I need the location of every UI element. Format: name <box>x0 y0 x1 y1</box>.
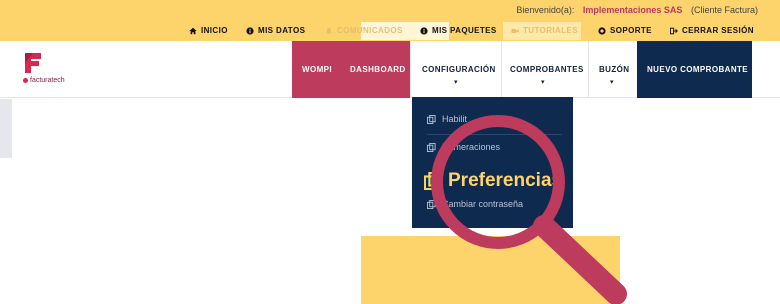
nuevo-comprobante-button[interactable]: NUEVO COMPROBANTE <box>647 65 748 74</box>
logo-text: facturatech <box>23 77 65 84</box>
dropdown-divider <box>427 134 562 135</box>
top-link-mis-paquetes[interactable]: MIS PAQUETES <box>420 26 497 35</box>
bell-icon <box>326 27 332 35</box>
nav-buzon[interactable]: BUZÓN <box>599 65 629 74</box>
logo-dot-icon <box>23 78 28 83</box>
top-link-cerrar-sesion[interactable]: CERRAR SESIÓN <box>670 26 754 35</box>
main-nav: facturatech WOMPI DASHBOARD CONFIGURACIÓ… <box>0 41 780 98</box>
info-icon <box>246 26 254 35</box>
chevron-down-icon: ▾ <box>610 79 614 86</box>
nav-wompi[interactable]: WOMPI <box>302 65 332 74</box>
logout-icon <box>670 27 678 34</box>
welcome-prefix: Bienvenido(a): <box>516 5 575 15</box>
chevron-down-icon: ▾ <box>454 79 458 86</box>
copy-icon <box>427 114 436 124</box>
top-link-inicio[interactable]: INICIO <box>189 26 228 35</box>
top-bar: Bienvenido(a): Implementaciones SAS (Cli… <box>0 0 780 41</box>
home-icon <box>189 27 197 34</box>
company-name[interactable]: Implementaciones SAS <box>583 5 683 15</box>
page: Bienvenido(a): Implementaciones SAS (Cli… <box>0 0 780 304</box>
copy-icon <box>424 172 442 190</box>
welcome-message: Bienvenido(a): Implementaciones SAS (Cli… <box>516 5 758 15</box>
dropdown-item-preferencias[interactable]: Preferencias <box>424 170 562 192</box>
nav-divider <box>588 41 589 98</box>
dropdown-item-cambiar-contrasena[interactable]: Cambiar contraseña <box>427 199 523 209</box>
nav-divider <box>501 41 502 98</box>
nav-divider <box>410 41 411 98</box>
copy-icon <box>427 142 436 152</box>
top-link-tutoriales[interactable]: TUTORIALES <box>511 26 578 35</box>
copy-icon <box>427 199 436 209</box>
configuracion-dropdown: Habilit Numeraciones Cambiar contraseña <box>412 97 573 228</box>
dropdown-item-habilitacion[interactable]: Habilit <box>427 114 467 124</box>
lifebuoy-icon <box>598 26 606 35</box>
user-role: (Cliente Factura) <box>690 5 758 15</box>
video-icon <box>511 28 519 33</box>
top-link-mis-datos[interactable]: MIS DATOS <box>246 26 305 35</box>
top-link-comunicados[interactable]: COMUNICADOS <box>325 26 403 35</box>
logo-mark-icon <box>25 53 41 73</box>
nav-configuracion[interactable]: CONFIGURACIÓN <box>422 65 496 74</box>
info-icon <box>420 26 428 35</box>
highlight-block <box>361 236 620 304</box>
side-panel <box>0 99 12 158</box>
top-nav: INICIO MIS DATOS COMUNICADOS MIS PAQUETE… <box>0 26 780 38</box>
chevron-down-icon: ▾ <box>541 79 545 86</box>
dropdown-item-numeraciones[interactable]: Numeraciones <box>427 142 500 152</box>
nav-comprobantes[interactable]: COMPROBANTES <box>510 65 584 74</box>
logo[interactable]: facturatech <box>19 51 79 91</box>
top-link-soporte[interactable]: SOPORTE <box>598 26 652 35</box>
nav-dashboard[interactable]: DASHBOARD <box>350 65 406 74</box>
